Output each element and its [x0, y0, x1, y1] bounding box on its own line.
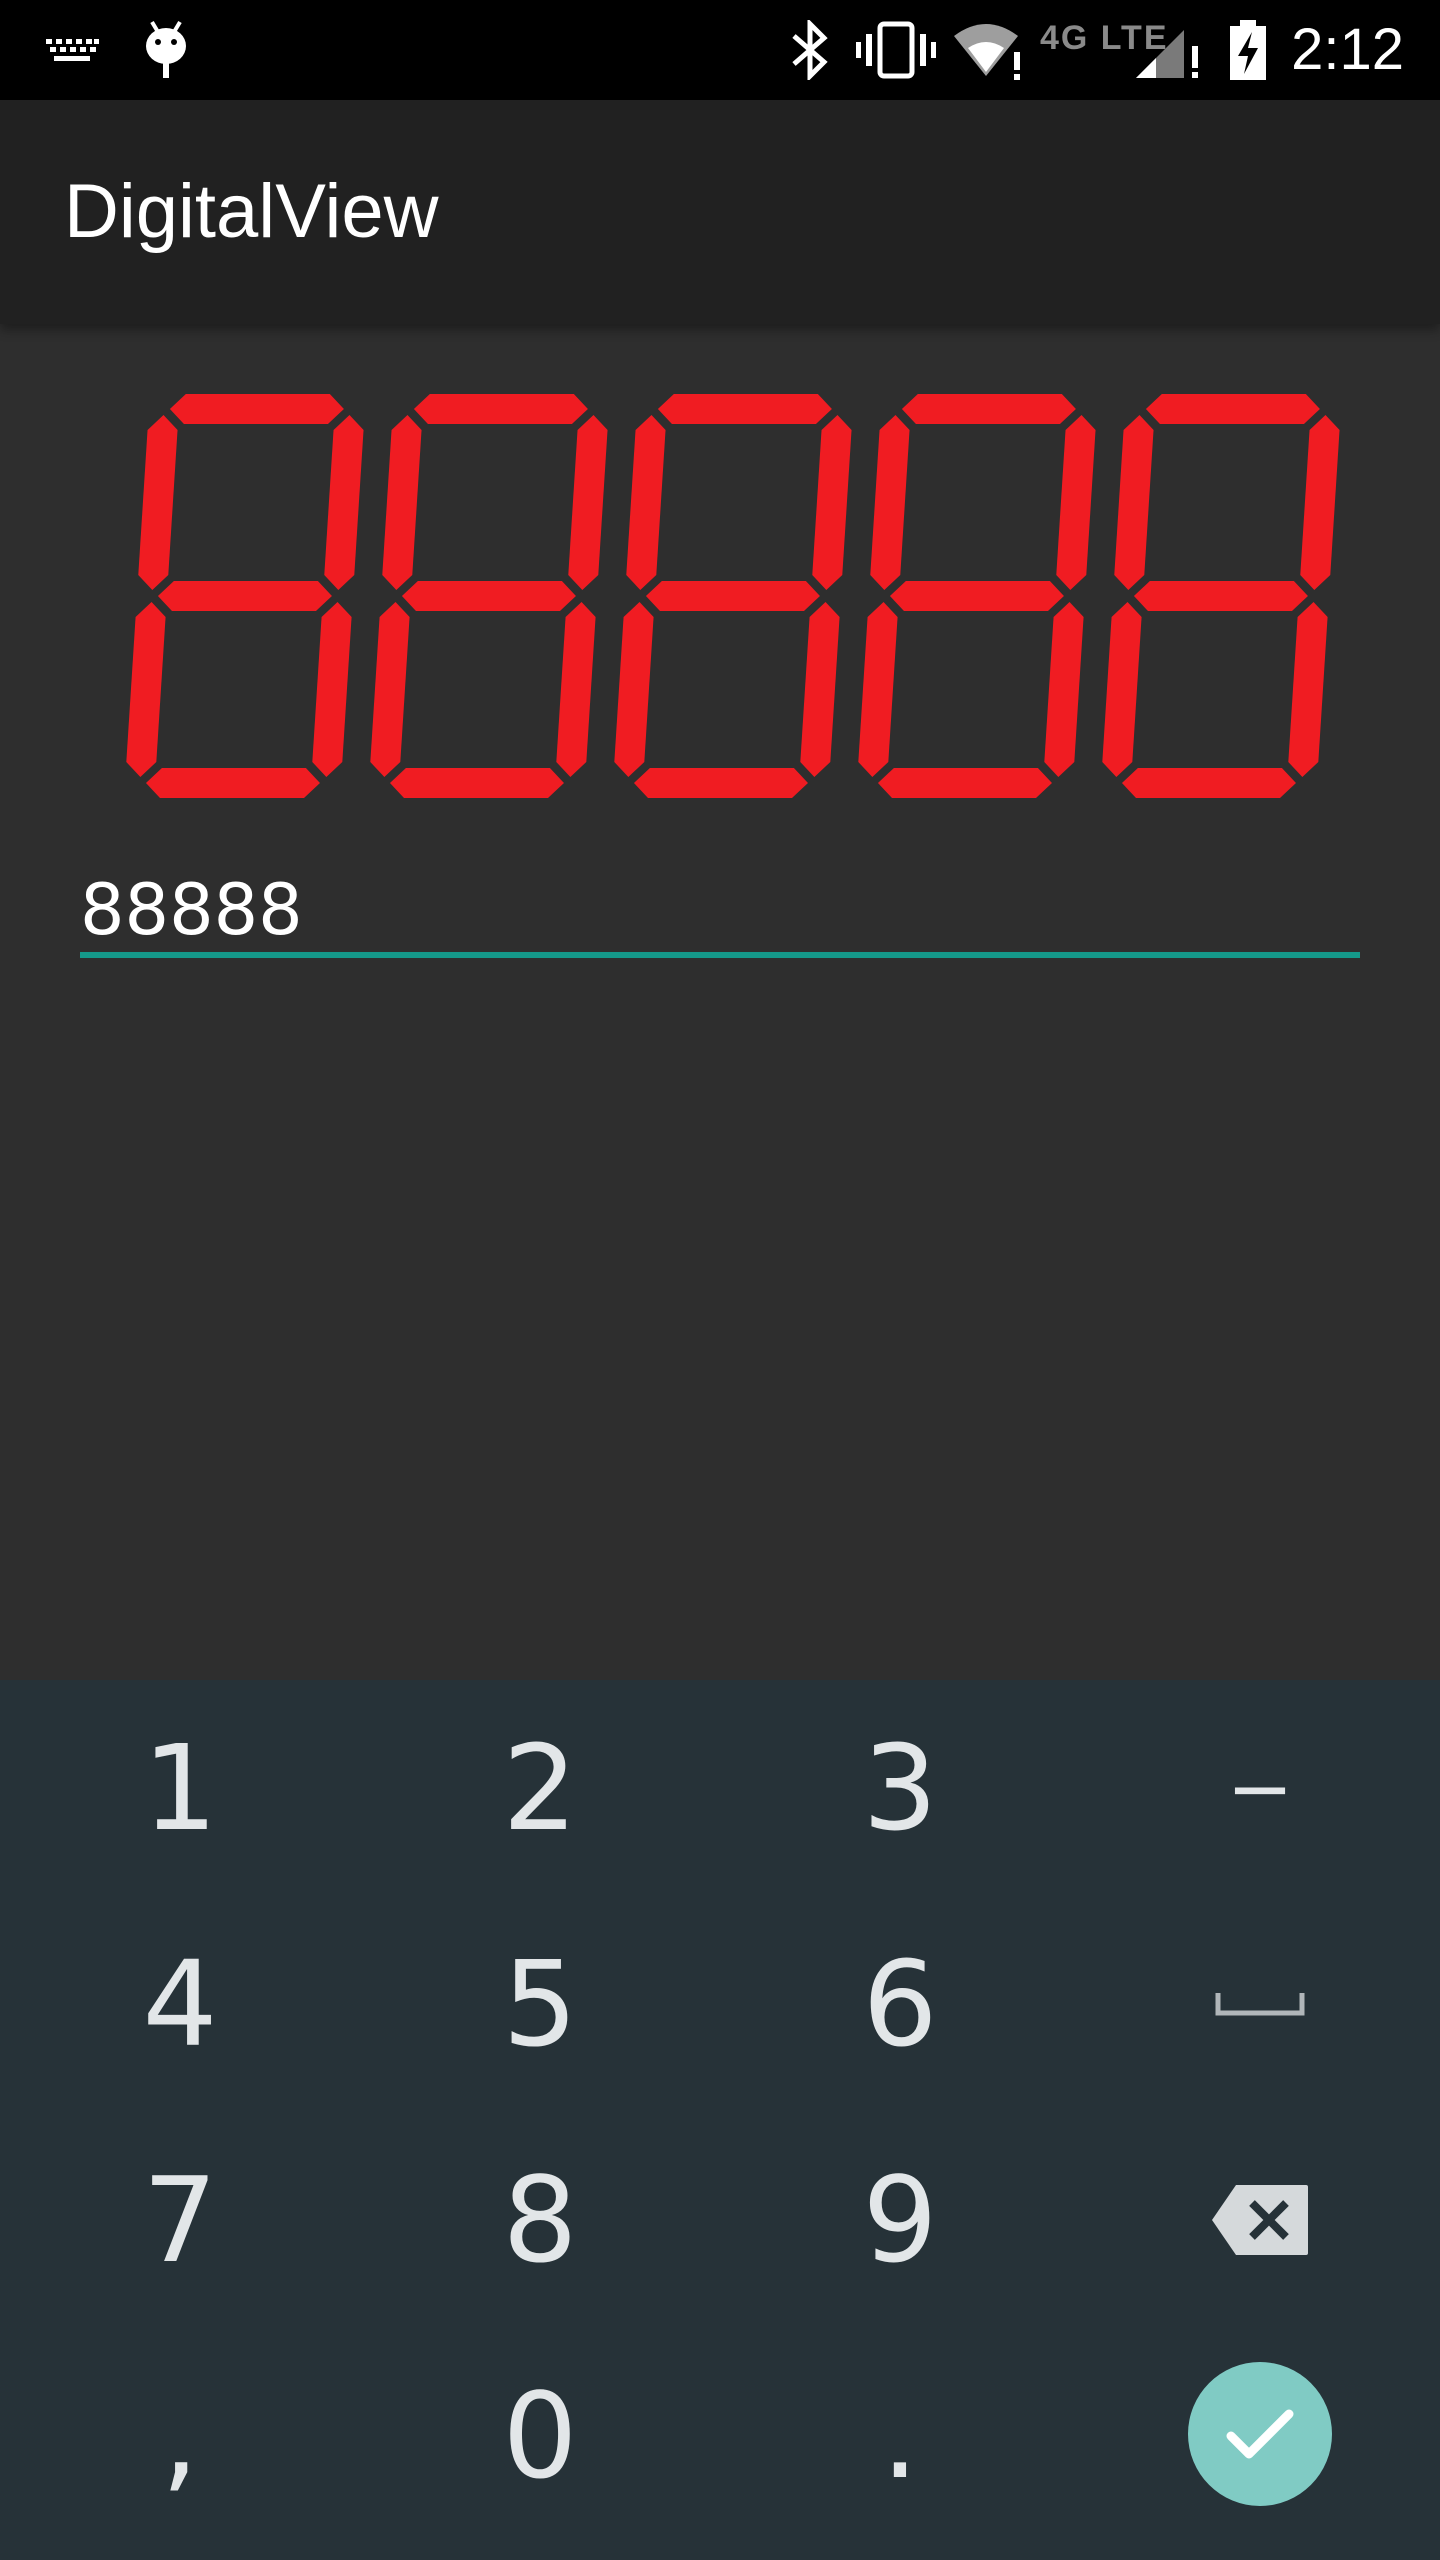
segment-a-digit-4 — [901, 394, 1076, 424]
key-6[interactable]: 6 — [720, 1896, 1080, 2112]
segment-a-digit-3 — [657, 394, 832, 424]
segment-b-digit-2 — [568, 415, 608, 590]
number-input[interactable]: 88888 — [80, 860, 1360, 960]
segment-b-digit-3 — [812, 415, 852, 590]
bluetooth-icon — [788, 0, 832, 100]
key-9[interactable]: 9 — [720, 2112, 1080, 2328]
signal-alert-icon — [1134, 0, 1204, 100]
status-time: 2:12 — [1291, 17, 1404, 82]
segment-f-digit-5 — [1114, 415, 1154, 590]
key-8[interactable]: 8 — [360, 2112, 720, 2328]
app-bar: DigitalView — [0, 100, 1440, 324]
segment-e-digit-5 — [1102, 602, 1142, 777]
segment-f-digit-1 — [138, 415, 178, 590]
segment-e-digit-4 — [858, 602, 898, 777]
segment-c-digit-2 — [556, 602, 596, 777]
done-button[interactable] — [1188, 2362, 1332, 2506]
keyboard-icon — [44, 0, 100, 100]
segment-e-digit-1 — [126, 602, 166, 777]
wifi-alert-icon — [952, 0, 1024, 100]
segment-c-digit-1 — [312, 602, 352, 777]
key-minus[interactable]: − — [1080, 1680, 1440, 1896]
space-icon — [1215, 1993, 1305, 2016]
app-title: DigitalView — [64, 169, 439, 254]
segment-f-digit-2 — [382, 415, 422, 590]
check-icon — [1226, 2409, 1294, 2459]
input-underline — [80, 952, 1360, 958]
digital-display — [126, 394, 1340, 798]
battery-charging-icon — [1228, 0, 1268, 100]
segment-a-digit-5 — [1145, 394, 1320, 424]
vibrate-icon — [856, 0, 936, 100]
segment-g-digit-5 — [1133, 581, 1308, 611]
key-period[interactable]: . — [720, 2328, 1080, 2544]
key-1[interactable]: 1 — [0, 1680, 360, 1896]
key-backspace[interactable] — [1080, 2112, 1440, 2328]
key-7[interactable]: 7 — [0, 2112, 360, 2328]
segment-a-digit-2 — [413, 394, 588, 424]
segment-f-digit-4 — [870, 415, 910, 590]
segment-e-digit-3 — [614, 602, 654, 777]
android-icon — [142, 0, 190, 100]
segment-c-digit-4 — [1044, 602, 1084, 777]
segment-b-digit-1 — [324, 415, 364, 590]
segment-e-digit-2 — [370, 602, 410, 777]
segment-b-digit-4 — [1056, 415, 1096, 590]
segment-c-digit-3 — [800, 602, 840, 777]
segment-g-digit-3 — [645, 581, 820, 611]
segment-b-digit-5 — [1300, 415, 1340, 590]
key-space[interactable] — [1080, 1896, 1440, 2112]
segment-d-digit-4 — [877, 768, 1052, 798]
segment-d-digit-2 — [389, 768, 564, 798]
key-comma[interactable]: , — [0, 2328, 360, 2544]
backspace-icon — [1212, 2185, 1308, 2255]
status-bar: 4G LTE 2:12 — [0, 0, 1440, 100]
segment-d-digit-3 — [633, 768, 808, 798]
key-5[interactable]: 5 — [360, 1896, 720, 2112]
segment-g-digit-1 — [157, 581, 332, 611]
segment-c-digit-5 — [1288, 602, 1328, 777]
key-3[interactable]: 3 — [720, 1680, 1080, 1896]
segment-a-digit-1 — [169, 394, 344, 424]
key-4[interactable]: 4 — [0, 1896, 360, 2112]
key-2[interactable]: 2 — [360, 1680, 720, 1896]
key-0[interactable]: 0 — [360, 2328, 720, 2544]
segment-g-digit-4 — [889, 581, 1064, 611]
segment-g-digit-2 — [401, 581, 576, 611]
segment-d-digit-1 — [145, 768, 320, 798]
segment-d-digit-5 — [1121, 768, 1296, 798]
segment-f-digit-3 — [626, 415, 666, 590]
